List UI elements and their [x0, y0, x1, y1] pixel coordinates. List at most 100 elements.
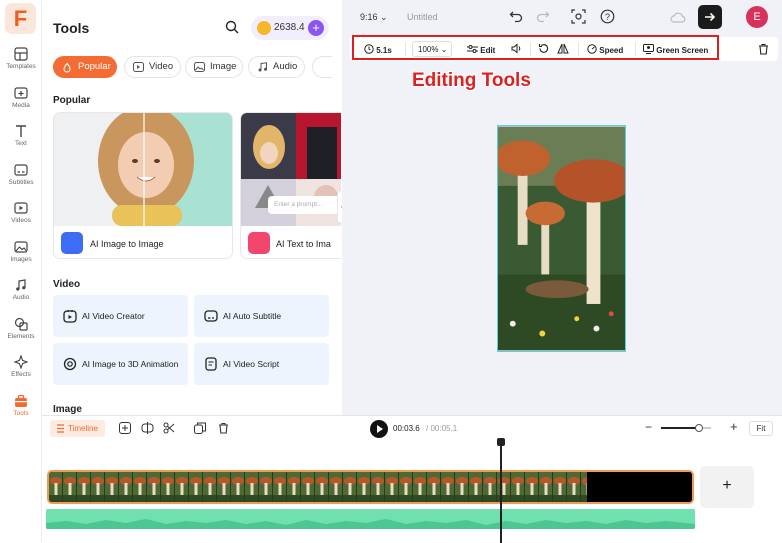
tool-ai-image-to-3d-animation[interactable]: AI Image to 3D Animation [53, 343, 188, 385]
video-creator-icon [63, 310, 77, 323]
credits-value: 2638.4 [274, 22, 305, 33]
redo-icon[interactable] [536, 9, 550, 23]
videos-icon [14, 202, 28, 214]
tools-panel: Tools 2638.4 + Popular Video Image Audio… [42, 0, 341, 415]
arrow-right-icon [705, 12, 716, 22]
tool-ai-video-script[interactable]: AI Video Script [194, 343, 329, 385]
3d-animation-icon [63, 357, 77, 371]
duplicate-icon[interactable] [194, 422, 206, 434]
tab-more[interactable] [312, 56, 332, 78]
app-logo[interactable]: F [5, 3, 36, 34]
script-icon [205, 357, 217, 371]
sidebar-item-label: Effects [11, 371, 31, 378]
tool-label: AI Video Creator [82, 311, 145, 321]
sidebar-item-audio[interactable]: Audio [0, 278, 42, 301]
timeline-toggle-button[interactable]: Timeline [50, 420, 105, 437]
scissors-icon[interactable] [163, 422, 175, 434]
tab-popular[interactable]: Popular [53, 56, 117, 78]
zoom-out-icon[interactable]: − [645, 420, 652, 434]
editor-canvas: 9:16 ⌄ Untitled ? E 5.1s 100% ⌄ Edit Spe… [342, 0, 782, 415]
tab-image[interactable]: Image [185, 56, 243, 78]
svg-text:?: ? [605, 12, 610, 22]
media-icon [14, 87, 28, 99]
project-title[interactable]: Untitled [407, 12, 438, 22]
sidebar-item-label: Audio [12, 294, 30, 301]
add-credits-button[interactable]: + [308, 20, 324, 36]
sidebar-item-templates[interactable]: Templates [0, 47, 42, 70]
undo-icon[interactable] [509, 9, 523, 23]
tools-icon [15, 394, 27, 407]
editing-tools-annotation: Editing Tools [412, 70, 531, 91]
avatar[interactable]: E [746, 6, 768, 28]
video-preview[interactable] [497, 125, 626, 352]
image-icon [194, 62, 205, 72]
add-media-icon[interactable] [119, 422, 131, 434]
sidebar-item-label: Templates [6, 63, 36, 70]
panel-title: Tools [53, 20, 90, 36]
tool-ai-auto-subtitle[interactable]: AI Auto Subtitle [194, 295, 329, 337]
zoom-slider-handle[interactable] [694, 424, 703, 432]
video-track-clip[interactable] [47, 470, 694, 504]
split-icon[interactable] [141, 422, 154, 434]
export-button[interactable] [698, 5, 722, 29]
sidebar-item-videos[interactable]: Videos [0, 201, 42, 224]
chevron-down-icon: ⌄ [380, 12, 388, 22]
audio-icon [16, 279, 26, 291]
toolbar-highlight-box [352, 35, 719, 60]
delete-icon[interactable] [218, 422, 229, 434]
sidebar-item-images[interactable]: Images [0, 240, 42, 263]
prompt-input[interactable]: Enter a prompt... [268, 196, 341, 214]
zoom-in-icon[interactable]: + [730, 419, 738, 434]
elements-icon [14, 317, 28, 331]
sidebar-item-tools[interactable]: Tools [0, 394, 42, 417]
flame-icon [63, 62, 71, 73]
add-clip-button[interactable]: + [700, 466, 754, 508]
image-to-image-icon [61, 232, 83, 254]
text-icon [16, 125, 26, 137]
tool-card-label: AI Image to Image [90, 239, 164, 249]
tool-ai-video-creator[interactable]: AI Video Creator [53, 295, 188, 337]
tab-label: Video [149, 61, 174, 72]
trash-icon[interactable] [758, 43, 769, 55]
section-title-popular: Popular [53, 95, 91, 106]
timeline-label: Timeline [68, 424, 98, 433]
effects-icon [14, 355, 28, 369]
tab-audio[interactable]: Audio [248, 56, 305, 78]
tab-label: Image [210, 61, 237, 72]
sidebar-item-effects[interactable]: Effects [0, 355, 42, 378]
sidebar-item-media[interactable]: Media [0, 86, 42, 109]
play-button[interactable] [370, 420, 388, 438]
sidebar-item-text[interactable]: Text [0, 124, 42, 147]
music-icon [258, 62, 267, 72]
audio-track-clip[interactable] [46, 509, 695, 529]
timeline-panel: Timeline 00:03.6 / 00:05.1 − + Fit + [42, 415, 782, 543]
left-sidebar: F Templates Media Text Subtitles Videos … [0, 0, 42, 542]
timeline-icon [57, 424, 64, 433]
aspect-ratio-value: 9:16 [360, 12, 378, 22]
sidebar-item-label: Images [10, 256, 32, 263]
tool-card-ai-image-to-image[interactable]: AI Image to Image [53, 112, 233, 259]
screen-capture-icon[interactable] [571, 9, 586, 24]
sidebar-item-subtitles[interactable]: Subtitles [0, 163, 42, 186]
search-icon[interactable] [225, 20, 239, 34]
sidebar-item-elements[interactable]: Elements [0, 317, 42, 340]
tool-label: AI Video Script [223, 359, 280, 369]
play-icon [377, 425, 383, 433]
credits-badge[interactable]: 2638.4 + [251, 16, 329, 40]
playhead[interactable] [500, 440, 502, 543]
help-icon[interactable]: ? [600, 9, 615, 24]
tool-card-label: AI Text to Ima [276, 239, 331, 249]
tab-video[interactable]: Video [124, 56, 181, 78]
zoom-slider-fill [661, 427, 699, 429]
tab-label: Audio [273, 61, 298, 72]
aspect-ratio-selector[interactable]: 9:16 ⌄ [360, 12, 388, 23]
tab-label: Popular [78, 61, 111, 72]
sidebar-item-label: Text [15, 140, 27, 147]
total-time: / 00:05.1 [426, 424, 458, 433]
fit-button[interactable]: Fit [749, 421, 773, 436]
tool-label: AI Auto Subtitle [223, 311, 282, 321]
tool-card-ai-text-to-image[interactable]: Enter a prompt... AI Text to Ima [240, 112, 341, 259]
cloud-icon[interactable] [670, 11, 686, 23]
coin-icon [257, 21, 271, 35]
zoom-slider[interactable] [661, 424, 711, 432]
